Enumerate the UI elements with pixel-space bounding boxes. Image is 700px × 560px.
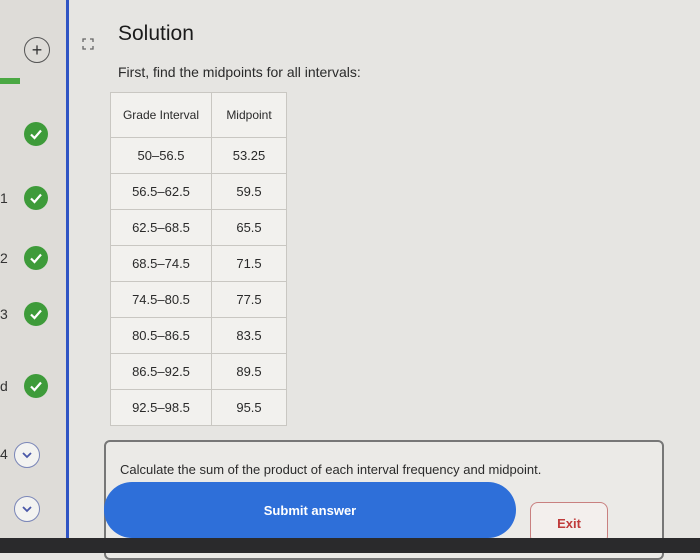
checkmark-icon <box>30 381 42 392</box>
table-row: 68.5–74.5 71.5 <box>110 245 287 282</box>
midpoint-cell: 83.5 <box>211 317 287 354</box>
column-header: Grade Interval <box>110 92 212 138</box>
progress-indicator <box>0 78 20 84</box>
plus-icon: + <box>31 40 43 60</box>
interval-cell: 86.5–92.5 <box>110 353 212 390</box>
chevron-down-icon <box>22 452 32 459</box>
interval-cell: 68.5–74.5 <box>110 245 212 282</box>
midpoint-cell: 95.5 <box>211 389 287 426</box>
table-row: 86.5–92.5 89.5 <box>110 353 287 390</box>
interval-cell: 62.5–68.5 <box>110 209 212 246</box>
checkmark-icon <box>30 253 42 264</box>
table-row: 50–56.5 53.25 <box>110 137 287 174</box>
table-row: 74.5–80.5 77.5 <box>110 281 287 318</box>
step-expand-6[interactable] <box>14 496 40 522</box>
midpoint-cell: 77.5 <box>211 281 287 318</box>
midpoint-cell: 59.5 <box>211 173 287 210</box>
chevron-down-icon <box>22 506 32 513</box>
interval-cell: 56.5–62.5 <box>110 173 212 210</box>
column-header: Midpoint <box>211 92 287 138</box>
submit-answer-button[interactable]: Submit answer <box>104 482 516 538</box>
table-row: 80.5–86.5 83.5 <box>110 317 287 354</box>
interval-cell: 80.5–86.5 <box>110 317 212 354</box>
bottom-bar <box>0 538 700 553</box>
step-check-1[interactable] <box>24 186 48 210</box>
table-header-row: Grade Interval Midpoint <box>110 92 287 138</box>
expand-icon[interactable] <box>82 38 94 50</box>
checkmark-icon <box>30 129 42 140</box>
step-expand-5[interactable] <box>14 442 40 468</box>
step-number: 4 <box>0 446 8 462</box>
step-check-3[interactable] <box>24 302 48 326</box>
midpoint-cell: 65.5 <box>211 209 287 246</box>
add-step-button[interactable]: + <box>24 37 50 63</box>
midpoint-cell: 53.25 <box>211 137 287 174</box>
page-title: Solution <box>118 22 194 45</box>
question-text: Calculate the sum of the product of each… <box>120 462 542 477</box>
step-number: d <box>0 378 8 394</box>
interval-cell: 92.5–98.5 <box>110 389 212 426</box>
midpoint-cell: 89.5 <box>211 353 287 390</box>
table-row: 62.5–68.5 65.5 <box>110 209 287 246</box>
interval-cell: 50–56.5 <box>110 137 212 174</box>
step-check-4[interactable] <box>24 374 48 398</box>
table-row: 92.5–98.5 95.5 <box>110 389 287 426</box>
step-number: 3 <box>0 306 8 322</box>
step-number: 1 <box>0 190 8 206</box>
interval-cell: 74.5–80.5 <box>110 281 212 318</box>
sidebar-edge <box>66 0 69 553</box>
checkmark-icon <box>30 193 42 204</box>
midpoint-cell: 71.5 <box>211 245 287 282</box>
step-number: 2 <box>0 250 8 266</box>
instruction-text: First, find the midpoints for all interv… <box>118 64 361 80</box>
table-row: 56.5–62.5 59.5 <box>110 173 287 210</box>
step-check-2[interactable] <box>24 246 48 270</box>
step-check-0[interactable] <box>24 122 48 146</box>
checkmark-icon <box>30 309 42 320</box>
midpoint-table: Grade Interval Midpoint 50–56.5 53.25 56… <box>110 92 287 426</box>
